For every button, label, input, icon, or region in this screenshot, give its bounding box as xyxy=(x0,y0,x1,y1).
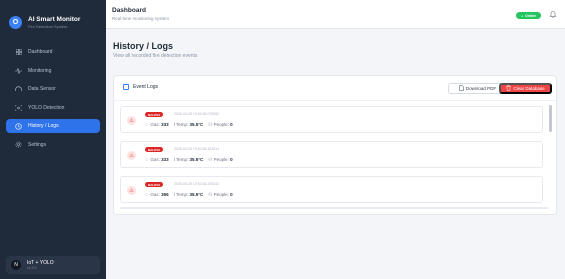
header-subtitle: Real-time monitoring system xyxy=(112,16,170,21)
temp-metric: ǀ Temp: 35.5°C xyxy=(174,157,204,163)
temp-value: 35.5°C xyxy=(189,157,204,162)
people-label: People: xyxy=(213,192,229,197)
gas-value: 333 xyxy=(161,157,169,162)
list-icon xyxy=(123,84,129,90)
page-title: History / Logs xyxy=(113,41,174,51)
log-metrics: ♢ Gas: 333 ǀ Temp: 35.5°C ⚇ People: 0 xyxy=(145,122,233,128)
card-title-text: Event Logs xyxy=(133,84,159,90)
scan-icon xyxy=(15,104,22,111)
bell-icon[interactable] xyxy=(549,10,557,18)
gear-icon xyxy=(15,141,22,148)
log-metrics: ♢ Gas: 356 ǀ Temp: 35.5°C ⚇ People: 0 xyxy=(145,192,233,198)
people-icon: ⚇ xyxy=(208,122,213,127)
thermometer-icon: ǀ xyxy=(173,157,175,162)
list-item[interactable]: ⚠ BAHAYA 2026-04-25 10:53:36.452614 ♢ Ga… xyxy=(120,141,543,168)
status-badge: BAHAYA xyxy=(145,182,164,187)
status-badge: ● Online xyxy=(516,12,541,19)
temp-metric: ǀ Temp: 35.5°C xyxy=(174,122,204,128)
people-metric: ⚇ People: 0 xyxy=(208,192,232,198)
avatar: N xyxy=(11,260,21,270)
sidebar-item-monitoring[interactable]: Monitoring xyxy=(6,64,100,78)
clear-database-label: Clear Database xyxy=(513,86,545,91)
header-title: Dashboard xyxy=(112,7,146,14)
sidebar-item-history-logs[interactable]: History / Logs xyxy=(6,119,100,133)
gas-metric: ♢ Gas: 356 xyxy=(145,192,169,198)
thermometer-icon: ǀ xyxy=(173,192,175,197)
gas-metric: ♢ Gas: 333 xyxy=(145,157,169,163)
page-subtitle: View all recorded fire detection events xyxy=(113,53,198,59)
sidebar-item-label: History / Logs xyxy=(28,123,59,129)
log-timestamp: 2026-04-25 10:53:36.076060 xyxy=(174,112,220,116)
warning-icon: ⚠ xyxy=(127,186,136,195)
top-header: Dashboard Real-time monitoring system ● … xyxy=(106,0,565,29)
people-value: 0 xyxy=(230,157,233,162)
gas-value: 356 xyxy=(161,192,169,197)
status-badge: BAHAYA xyxy=(145,112,164,117)
gas-value: 333 xyxy=(161,122,169,127)
sidebar-item-yolo-detection[interactable]: YOLO Detection xyxy=(6,101,100,115)
temp-metric: ǀ Temp: 35.5°C xyxy=(174,192,204,198)
temp-value: 35.5°C xyxy=(189,122,204,127)
status-label: Online xyxy=(525,13,536,18)
sidebar-item-label: Settings xyxy=(28,141,47,148)
sidebar: O AI Smart Monitor Fire Detection System… xyxy=(0,0,106,279)
status-dot-icon: ● xyxy=(521,13,524,18)
flame-icon: ♢ xyxy=(145,157,150,162)
people-metric: ⚇ People: 0 xyxy=(208,122,232,128)
sidebar-item-label: Dashboard xyxy=(28,49,53,55)
people-value: 0 xyxy=(230,122,233,127)
gauge-icon xyxy=(15,86,22,93)
gas-label: Gas: xyxy=(150,192,160,197)
temp-label: Temp: xyxy=(175,157,189,162)
thermometer-icon: ǀ xyxy=(173,122,175,127)
card-title: Event Logs xyxy=(123,84,158,90)
grid-icon xyxy=(15,49,22,56)
sidebar-item-label: Monitoring xyxy=(28,67,52,74)
list-item[interactable]: ⚠ BAHAYA 2026-04-25 10:53:36.205242 ♢ Ga… xyxy=(120,176,543,203)
download-pdf-label: Download PDF xyxy=(465,86,497,91)
brand-title: AI Smart Monitor xyxy=(28,16,81,23)
activity-icon xyxy=(15,67,22,74)
vertical-scrollbar[interactable] xyxy=(549,105,552,132)
horizontal-scrollbar[interactable] xyxy=(120,207,548,209)
gas-metric: ♢ Gas: 333 xyxy=(145,122,169,128)
people-icon: ⚇ xyxy=(208,192,213,197)
footer-version: v1.0.0 xyxy=(27,266,37,270)
log-timestamp: 2026-04-25 10:53:36.205242 xyxy=(174,182,220,186)
event-logs-card: Event Logs Download PDF Clear Database ⚠… xyxy=(113,75,557,215)
status-badge: BAHAYA xyxy=(145,147,164,152)
clear-database-button[interactable]: Clear Database xyxy=(499,83,552,94)
gas-label: Gas: xyxy=(150,157,160,162)
list-item[interactable]: ⚠ BAHAYA 2026-04-25 10:53:36.076060 ♢ Ga… xyxy=(120,106,543,133)
people-value: 0 xyxy=(230,192,233,197)
temp-value: 35.5°C xyxy=(189,192,204,197)
sidebar-nav: Dashboard Monitoring Data Sensor YOLO De… xyxy=(6,45,100,156)
log-metrics: ♢ Gas: 333 ǀ Temp: 35.5°C ⚇ People: 0 xyxy=(145,157,233,163)
people-metric: ⚇ People: 0 xyxy=(208,157,232,163)
people-icon: ⚇ xyxy=(208,157,213,162)
people-label: People: xyxy=(213,157,229,162)
card-header: Event Logs Download PDF Clear Database xyxy=(114,76,556,101)
temp-label: Temp: xyxy=(175,192,189,197)
warning-icon: ⚠ xyxy=(127,116,136,125)
sidebar-item-label: YOLO Detection xyxy=(28,104,65,111)
brand: O AI Smart Monitor Fire Detection System xyxy=(0,0,106,34)
sidebar-item-dashboard[interactable]: Dashboard xyxy=(6,45,100,59)
temp-label: Temp: xyxy=(175,122,189,127)
log-timestamp: 2026-04-25 10:53:36.452614 xyxy=(174,147,220,151)
brand-logo: O xyxy=(9,16,22,29)
flame-icon: ♢ xyxy=(145,192,150,197)
sidebar-item-settings[interactable]: Settings xyxy=(6,138,100,152)
sidebar-item-label: Data Sensor xyxy=(28,86,56,92)
warning-icon: ⚠ xyxy=(127,151,136,160)
sidebar-footer: N IoT + YOLO v1.0.0 xyxy=(6,256,100,274)
flame-icon: ♢ xyxy=(145,122,150,127)
sidebar-item-data-sensor[interactable]: Data Sensor xyxy=(6,82,100,96)
gas-label: Gas: xyxy=(150,122,160,127)
trash-icon xyxy=(506,84,512,93)
file-icon xyxy=(459,84,464,93)
history-icon xyxy=(15,122,22,130)
brand-subtitle: Fire Detection System xyxy=(28,24,68,29)
people-label: People: xyxy=(213,122,229,127)
